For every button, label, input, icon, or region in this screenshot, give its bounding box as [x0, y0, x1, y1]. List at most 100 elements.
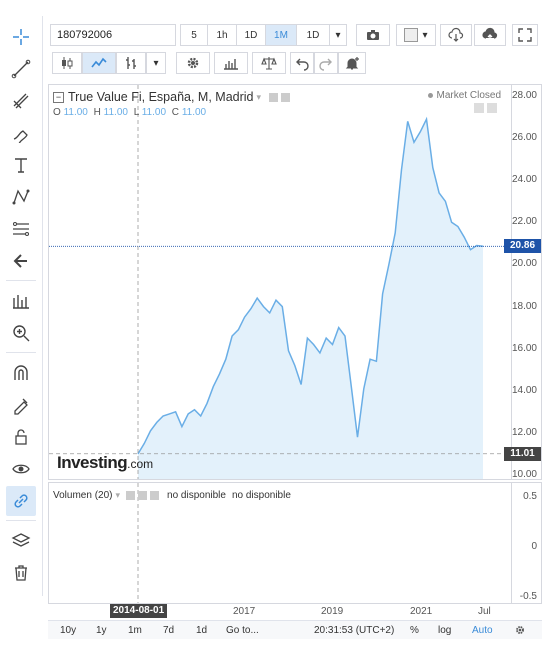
gear-icon[interactable] [176, 52, 210, 74]
move-down-icon[interactable] [487, 103, 497, 113]
volume-hide-icon[interactable] [138, 491, 148, 500]
stay-in-drawing-icon[interactable] [6, 390, 36, 420]
trash-icon[interactable] [6, 558, 36, 588]
price-tick: 10.00 [511, 469, 537, 480]
fib-retracement-icon[interactable] [6, 214, 36, 244]
eye-icon[interactable] [6, 454, 36, 484]
volume-pane[interactable]: Volumen (20) ▾ no disponible no disponib… [48, 482, 512, 604]
time-axis[interactable]: 2014-08-01 2017 2019 2021 Jul [48, 604, 542, 618]
range-10y-button[interactable]: 10y [60, 623, 76, 637]
cloud-download-icon[interactable] [440, 24, 472, 46]
log-toggle[interactable]: log [438, 623, 451, 637]
price-tick: 20.00 [511, 258, 537, 270]
ohlc-values: O 11.00 H 11.00 L 11.00 C 11.00 [53, 107, 207, 118]
price-tick: 26.00 [511, 132, 537, 144]
status-dot-icon [427, 93, 433, 98]
volume-value-2: no disponible [231, 490, 291, 501]
trend-line-icon[interactable] [6, 54, 36, 84]
volume-settings-icon[interactable] [126, 491, 136, 500]
volume-dropdown-icon[interactable]: ▾ [115, 490, 120, 501]
volume-legend: Volumen (20) ▾ no disponible no disponib… [53, 490, 291, 501]
chevron-down-icon[interactable]: ▾ [329, 24, 347, 46]
price-tick: 14.00 [511, 384, 537, 396]
compare-icon[interactable] [252, 52, 286, 74]
bar-type-icon[interactable] [116, 52, 146, 74]
symbol-input[interactable] [50, 24, 176, 46]
pitchfork-icon[interactable] [6, 86, 36, 116]
back-arrow-icon[interactable] [6, 246, 36, 276]
time-tick: 2019 [321, 606, 344, 617]
percent-toggle[interactable]: % [410, 623, 419, 637]
camera-icon[interactable] [356, 24, 390, 46]
crosshair-icon[interactable] [6, 22, 36, 52]
volume-tick: 0 [531, 541, 537, 552]
range-1d-button[interactable]: 1d [196, 623, 207, 637]
top-toolbar: 5 1h 1D 1M 1D ▾ ▾ ▾ [46, 20, 544, 80]
interval-dropdown-button[interactable]: 1D [296, 24, 330, 46]
color-picker-button[interactable]: ▾ [396, 24, 436, 46]
price-tick: 24.00 [511, 174, 537, 186]
move-up-icon[interactable] [474, 103, 484, 113]
text-icon[interactable] [6, 150, 36, 180]
drawing-toolbar [0, 16, 43, 596]
volume-value-1: no disponible [167, 490, 226, 501]
goto-button[interactable]: Go to... [226, 623, 259, 637]
investing-watermark: Investing .com [57, 453, 154, 472]
candles-icon[interactable] [52, 52, 82, 74]
volume-chart [137, 483, 139, 603]
range-1y-button[interactable]: 1y [96, 623, 107, 637]
title-dropdown-icon[interactable]: ▾ [257, 92, 262, 103]
fullscreen-icon[interactable] [512, 24, 538, 46]
current-price-label: 20.86 [504, 239, 541, 254]
hide-small-icon[interactable] [281, 92, 291, 102]
volume-tick: -0.5 [519, 591, 537, 602]
settings-small-icon[interactable] [269, 92, 279, 102]
measure-icon[interactable] [6, 286, 36, 316]
pattern-icon[interactable] [6, 182, 36, 212]
time-tick: Jul [478, 606, 491, 617]
price-area [138, 119, 483, 479]
market-status: Market Closed [427, 90, 501, 101]
line-chart-icon[interactable] [82, 52, 116, 74]
alert-icon[interactable] [338, 52, 366, 74]
gear-icon[interactable] [514, 623, 526, 637]
price-tick: 12.00 [511, 426, 537, 438]
auto-toggle[interactable]: Auto [472, 623, 493, 637]
time-tick: 2017 [233, 606, 256, 617]
range-7d-button[interactable]: 7d [163, 623, 174, 637]
range-1m-button[interactable]: 1m [128, 623, 142, 637]
time-tick: 2021 [410, 606, 433, 617]
price-tick: 18.00 [511, 300, 537, 312]
collapse-icon[interactable]: − [53, 91, 64, 103]
interval-1m-button[interactable]: 1M [265, 24, 297, 46]
undo-icon[interactable] [290, 52, 314, 74]
price-axis[interactable]: 28.00 26.00 24.00 22.00 20.00 18.00 16.00 14.00… [504, 84, 542, 480]
high-value: 11.00 [103, 107, 128, 118]
layers-icon[interactable] [6, 526, 36, 556]
clock-display: 20:31:53 (UTC+2) [314, 624, 395, 636]
volume-axis[interactable]: 0.5 0 -0.5 [504, 482, 542, 604]
zoom-in-icon[interactable] [6, 318, 36, 348]
volume-tick: 0.5 [523, 491, 537, 502]
volume-close-icon[interactable] [150, 491, 160, 500]
chart-pane[interactable]: − True Value Fi, España, M, Madrid ▾ O 1… [48, 84, 512, 480]
series-title: True Value Fi, España, M, Madrid [68, 90, 254, 104]
interval-1h-button[interactable]: 1h [207, 24, 237, 46]
brush-icon[interactable] [6, 118, 36, 148]
low-price-label: 11.01 [504, 446, 541, 461]
interval-5-button[interactable]: 5 [180, 24, 208, 46]
price-chart [49, 85, 511, 479]
close-value: 11.00 [181, 107, 207, 118]
interval-1d-button[interactable]: 1D [236, 24, 266, 46]
legend-header: − True Value Fi, España, M, Madrid ▾ [53, 90, 291, 104]
indicators-icon[interactable] [214, 52, 248, 74]
chart-type-dropdown-icon[interactable]: ▾ [146, 52, 166, 74]
magnet-icon[interactable] [6, 358, 36, 388]
link-icon[interactable] [6, 486, 36, 516]
volume-label: Volumen (20) [53, 490, 113, 501]
cursor-date-label: 2014-08-01 [110, 604, 168, 618]
lock-icon[interactable] [6, 422, 36, 452]
low-value: 11.00 [141, 107, 167, 118]
cloud-upload-icon[interactable] [474, 24, 506, 46]
redo-icon[interactable] [314, 52, 338, 74]
